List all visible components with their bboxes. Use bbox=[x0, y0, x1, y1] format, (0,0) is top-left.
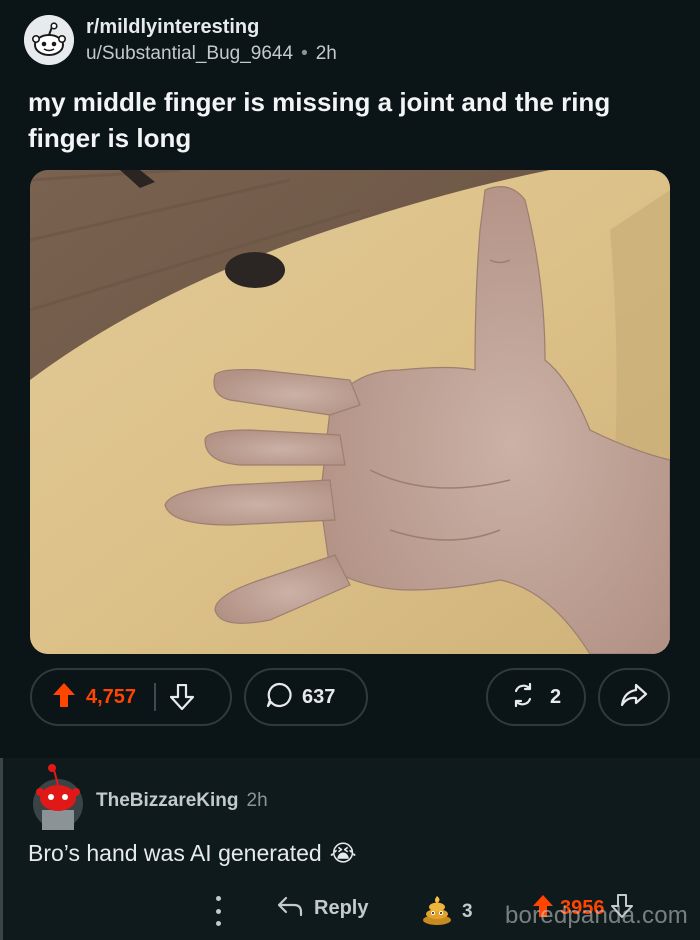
comment-count: 637 bbox=[302, 685, 336, 708]
downvote-arrow-icon[interactable] bbox=[170, 684, 195, 710]
upvote-count: 4,757 bbox=[86, 685, 137, 708]
post-age: 2h bbox=[315, 42, 337, 64]
comments-button[interactable]: 637 bbox=[244, 668, 368, 726]
crosspost-icon bbox=[510, 681, 536, 714]
post-title[interactable]: my middle finger is missing a joint and … bbox=[28, 84, 668, 156]
author-line: u/Substantial_Bug_9644 • 2h bbox=[86, 43, 337, 65]
reply-button[interactable]: Reply bbox=[276, 894, 368, 923]
crying-emoji: 😭 bbox=[329, 840, 357, 866]
comment-text: Bro’s hand was AI generated bbox=[28, 840, 322, 866]
hand-photo bbox=[30, 170, 670, 654]
meta-separator: • bbox=[301, 42, 308, 64]
reply-arrow-icon bbox=[276, 894, 304, 923]
poop-award-icon bbox=[420, 892, 454, 931]
share-button[interactable] bbox=[598, 668, 670, 726]
commenter-avatar[interactable] bbox=[28, 760, 88, 830]
post-header: r/mildlyinteresting u/Substantial_Bug_96… bbox=[24, 12, 337, 68]
author-link[interactable]: u/Substantial_Bug_9644 bbox=[86, 43, 293, 65]
more-vertical-icon[interactable] bbox=[212, 896, 224, 926]
reply-label: Reply bbox=[314, 897, 369, 919]
award-count: 3 bbox=[462, 900, 473, 922]
award-badge[interactable]: 3 bbox=[420, 892, 473, 931]
comment-body: Bro’s hand was AI generated 😭 bbox=[28, 840, 357, 867]
post-actions: 4,757 637 2 bbox=[0, 668, 700, 728]
post-image[interactable] bbox=[30, 170, 670, 654]
commenter-username[interactable]: TheBizzareKing bbox=[96, 790, 239, 812]
comment-age: 2h bbox=[246, 790, 268, 811]
crosspost-button[interactable]: 2 bbox=[486, 668, 586, 726]
upvote-arrow-icon[interactable] bbox=[52, 682, 76, 713]
share-arrow-icon bbox=[620, 683, 648, 712]
comment-bubble-icon bbox=[266, 682, 292, 713]
watermark: boredpanda.com bbox=[505, 902, 688, 929]
snoo-icon[interactable] bbox=[24, 15, 74, 65]
comment-header: TheBizzareKing 2h bbox=[96, 790, 268, 812]
post: r/mildlyinteresting u/Substantial_Bug_96… bbox=[0, 0, 700, 742]
crosspost-count: 2 bbox=[550, 685, 562, 708]
subreddit-link[interactable]: r/mildlyinteresting bbox=[86, 16, 337, 39]
vote-pill: 4,757 bbox=[30, 668, 232, 726]
post-meta: r/mildlyinteresting u/Substantial_Bug_96… bbox=[86, 16, 337, 65]
vote-divider bbox=[154, 683, 157, 711]
